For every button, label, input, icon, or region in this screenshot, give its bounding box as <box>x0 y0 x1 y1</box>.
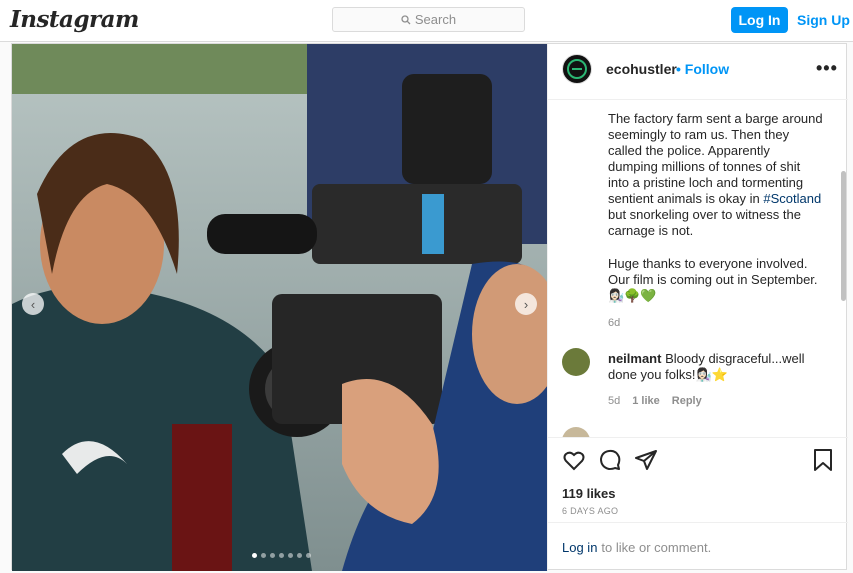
post-header: ecohustler • Follow ••• <box>548 44 848 100</box>
chevron-right-icon: › <box>523 296 529 312</box>
caption-timestamp: 6d <box>608 317 621 329</box>
author-username[interactable]: ecohustler <box>606 61 677 77</box>
login-button[interactable]: Log In <box>731 7 788 33</box>
comment-icon[interactable] <box>598 448 622 472</box>
caption-second-paragraph: Huge thanks to everyone involved. Our fi… <box>608 256 818 287</box>
comment-emoji: 👩🏻‍🔬⭐ <box>695 367 728 382</box>
ecohustler-logo-icon <box>567 59 587 79</box>
next-commenter-avatar[interactable] <box>562 427 590 437</box>
photo-illustration <box>12 44 547 571</box>
search-icon <box>401 14 411 24</box>
search-placeholder: Search <box>414 12 457 27</box>
separator-dot: • <box>676 61 681 77</box>
follow-button[interactable]: • Follow <box>676 61 729 77</box>
login-prompt-text: to like or comment. <box>601 539 712 555</box>
reply-button[interactable]: Reply <box>672 395 702 407</box>
caption-text-end: but snorkeling over to witness the carna… <box>608 207 801 238</box>
likes-count[interactable]: 119 likes <box>562 486 616 501</box>
comment-timestamp: 5d <box>608 395 621 407</box>
carousel-dot <box>306 553 311 558</box>
carousel-dot <box>252 553 257 558</box>
post-card: ‹ › ecohustler • Follow ••• The factory … <box>11 43 848 571</box>
share-icon[interactable] <box>634 448 658 472</box>
post-date: 6 DAYS AGO <box>562 506 619 516</box>
scrollbar-thumb[interactable] <box>841 171 846 301</box>
chevron-left-icon: ‹ <box>30 296 36 312</box>
hashtag-link[interactable]: #Scotland <box>763 191 821 206</box>
post-sidebar: ecohustler • Follow ••• The factory farm… <box>547 44 848 571</box>
signup-link[interactable]: Sign Up <box>797 7 850 33</box>
comment-meta: 5d 1 like Reply <box>608 395 702 407</box>
top-navbar: Instagram Search Log In Sign Up <box>0 0 853 42</box>
carousel-dots <box>252 553 311 558</box>
login-link[interactable]: Log in <box>562 540 597 555</box>
carousel-prev-button[interactable]: ‹ <box>22 293 44 315</box>
post-actions: 119 likes 6 DAYS AGO <box>548 437 848 522</box>
search-input[interactable]: Search <box>332 7 525 32</box>
comments-scrollbar[interactable] <box>841 101 846 437</box>
post-caption: The factory farm sent a barge around see… <box>608 111 823 321</box>
carousel-dot <box>279 553 284 558</box>
carousel-dot <box>288 553 293 558</box>
post-photo[interactable]: ‹ › <box>12 44 547 571</box>
carousel-dot <box>261 553 266 558</box>
heart-icon[interactable] <box>562 448 586 472</box>
carousel-dot <box>270 553 275 558</box>
commenter-avatar[interactable] <box>562 348 590 376</box>
caption-emoji: 👩🏻‍🔬🌳💚 <box>608 288 657 303</box>
carousel-dot <box>297 553 302 558</box>
comment-text: neilmant Bloody disgraceful...well done … <box>608 351 823 383</box>
carousel-next-button[interactable]: › <box>515 293 537 315</box>
login-prompt: Log in to like or comment. <box>548 522 848 571</box>
comment-likes[interactable]: 1 like <box>632 395 660 407</box>
bookmark-icon[interactable] <box>812 448 834 472</box>
more-options-icon[interactable]: ••• <box>816 58 838 79</box>
comments-section[interactable]: The factory farm sent a barge around see… <box>548 101 848 437</box>
commenter-username[interactable]: neilmant <box>608 351 661 366</box>
follow-label: Follow <box>684 61 730 77</box>
instagram-logo[interactable]: Instagram <box>10 6 139 33</box>
author-avatar[interactable] <box>562 54 592 84</box>
